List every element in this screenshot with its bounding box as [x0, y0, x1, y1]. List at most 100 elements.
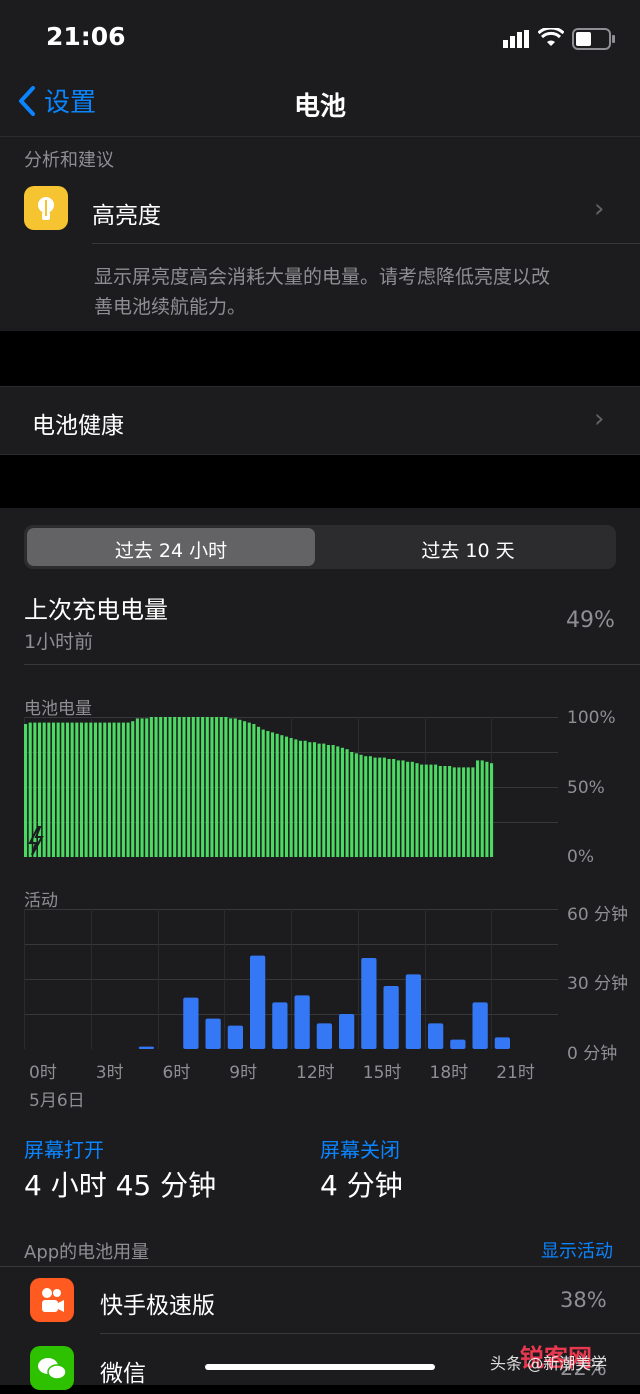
- battery-level-bar: [243, 721, 247, 857]
- battery-level-bar: [368, 756, 372, 857]
- x-axis-label: 15时: [362, 1063, 402, 1083]
- divider: [0, 1266, 640, 1267]
- divider: [24, 664, 640, 665]
- battery-level-bar: [280, 735, 284, 857]
- battery-level-bar: [261, 729, 265, 857]
- insight-description-1: 显示屏亮度高会消耗大量的电量。请考虑降低亮度以改: [94, 266, 551, 288]
- battery-level-bar: [480, 760, 484, 857]
- battery-level-bar: [308, 742, 312, 857]
- show-activity-button[interactable]: 显示活动: [541, 1237, 613, 1263]
- battery-level-bar: [233, 718, 237, 857]
- battery-level-bar: [93, 722, 97, 857]
- battery-level-bar: [126, 722, 130, 857]
- battery-level-bar: [289, 738, 293, 857]
- battery-level-bar: [191, 717, 195, 857]
- battery-level-bar: [70, 722, 74, 857]
- battery-level-bar: [219, 717, 223, 857]
- activity-bar: [250, 955, 266, 1049]
- battery-level-bar: [471, 767, 475, 857]
- battery-level-bar: [452, 767, 456, 857]
- battery-level-bar: [75, 722, 79, 857]
- battery-health-label: 电池健康: [32, 413, 124, 439]
- watermark-text: 头条 @新潮美学: [490, 1354, 608, 1373]
- home-indicator: [205, 1364, 435, 1370]
- battery-level-bar: [28, 722, 32, 857]
- battery-level-bar: [257, 726, 261, 857]
- y-label-60min: 60 分钟: [567, 905, 629, 925]
- battery-level-bar: [298, 740, 303, 857]
- battery-level-title: 电池电量: [24, 699, 92, 719]
- battery-level-bar: [196, 717, 200, 857]
- cellular-icon: [503, 30, 531, 52]
- y-label-30min: 30 分钟: [567, 974, 629, 994]
- activity-bar: [272, 1002, 288, 1049]
- battery-level-bar: [201, 717, 205, 857]
- battery-level-bar: [406, 761, 410, 857]
- activity-bar: [138, 1046, 154, 1049]
- battery-level-bar: [65, 722, 70, 857]
- page-title: 电池: [293, 92, 346, 122]
- y-label-50: 50%: [567, 778, 605, 798]
- battery-level-bar: [224, 717, 228, 857]
- battery-level-bar: [378, 757, 382, 857]
- x-axis-label: 9时: [229, 1063, 258, 1083]
- battery-level-bar: [229, 718, 233, 857]
- battery-level-bar: [154, 717, 158, 857]
- battery-level-bar: [485, 761, 489, 857]
- last-charge-time: 1小时前: [24, 631, 94, 653]
- battery-level-bar: [131, 721, 135, 857]
- battery-level-bar: [51, 722, 56, 857]
- battery-level-bar: [322, 743, 326, 857]
- battery-level-bar: [149, 717, 153, 857]
- divider: [92, 243, 640, 244]
- battery-level-bar: [448, 766, 452, 857]
- battery-level-bar: [117, 722, 121, 857]
- app-row[interactable]: [0, 1268, 640, 1332]
- battery-level-bar: [336, 746, 340, 857]
- battery-level-bar: [182, 717, 186, 857]
- chevron-right-icon: ›: [594, 404, 605, 434]
- chevron-right-icon: ›: [594, 194, 605, 224]
- battery-level-bar: [107, 722, 111, 857]
- battery-level-bar: [382, 757, 386, 857]
- battery-level-bar: [215, 717, 219, 857]
- battery-level-bar: [331, 745, 335, 857]
- battery-level-bar: [359, 754, 363, 857]
- battery-level-bar: [284, 736, 289, 857]
- battery-level-bar: [401, 760, 405, 857]
- battery-level-bar: [303, 740, 307, 857]
- battery-level-bar: [312, 742, 317, 857]
- battery-level-bar: [438, 766, 442, 857]
- battery-level-bar: [373, 757, 377, 857]
- battery-level-bar: [61, 722, 65, 857]
- battery-level-bar: [326, 745, 330, 857]
- battery-level-bar: [345, 749, 349, 857]
- activity-bar: [405, 974, 421, 1049]
- insights-header: 分析和建议: [24, 150, 114, 171]
- battery-icon: [572, 28, 616, 54]
- activity-bar: [383, 986, 399, 1049]
- activity-bar: [205, 1018, 221, 1049]
- x-axis-label: 21时: [496, 1063, 535, 1083]
- battery-level-bar: [294, 739, 298, 857]
- battery-level-bar: [89, 722, 93, 857]
- lightbulb-icon: [24, 186, 68, 230]
- activity-bar: [227, 1025, 243, 1049]
- battery-level-bar: [140, 718, 144, 857]
- chart-date: 5月6日: [29, 1091, 85, 1111]
- segment-24h[interactable]: 过去 24 小时: [27, 536, 315, 563]
- battery-level-bar: [210, 717, 214, 857]
- status-time: 21:06: [46, 22, 126, 51]
- screen-off-value: 4 分钟: [320, 1169, 403, 1202]
- app-percent: 38%: [560, 1288, 607, 1312]
- battery-level-bar: [56, 722, 60, 857]
- battery-level-bar: [364, 756, 368, 857]
- battery-level-bar: [24, 724, 28, 857]
- activity-bar: [450, 1039, 466, 1049]
- battery-level-bar: [163, 717, 167, 857]
- y-label-0: 0%: [567, 847, 594, 867]
- battery-level-bar: [187, 717, 191, 857]
- high-brightness-label: 高亮度: [92, 203, 161, 229]
- battery-level-bar: [429, 764, 433, 857]
- segment-10d[interactable]: 过去 10 天: [320, 536, 616, 563]
